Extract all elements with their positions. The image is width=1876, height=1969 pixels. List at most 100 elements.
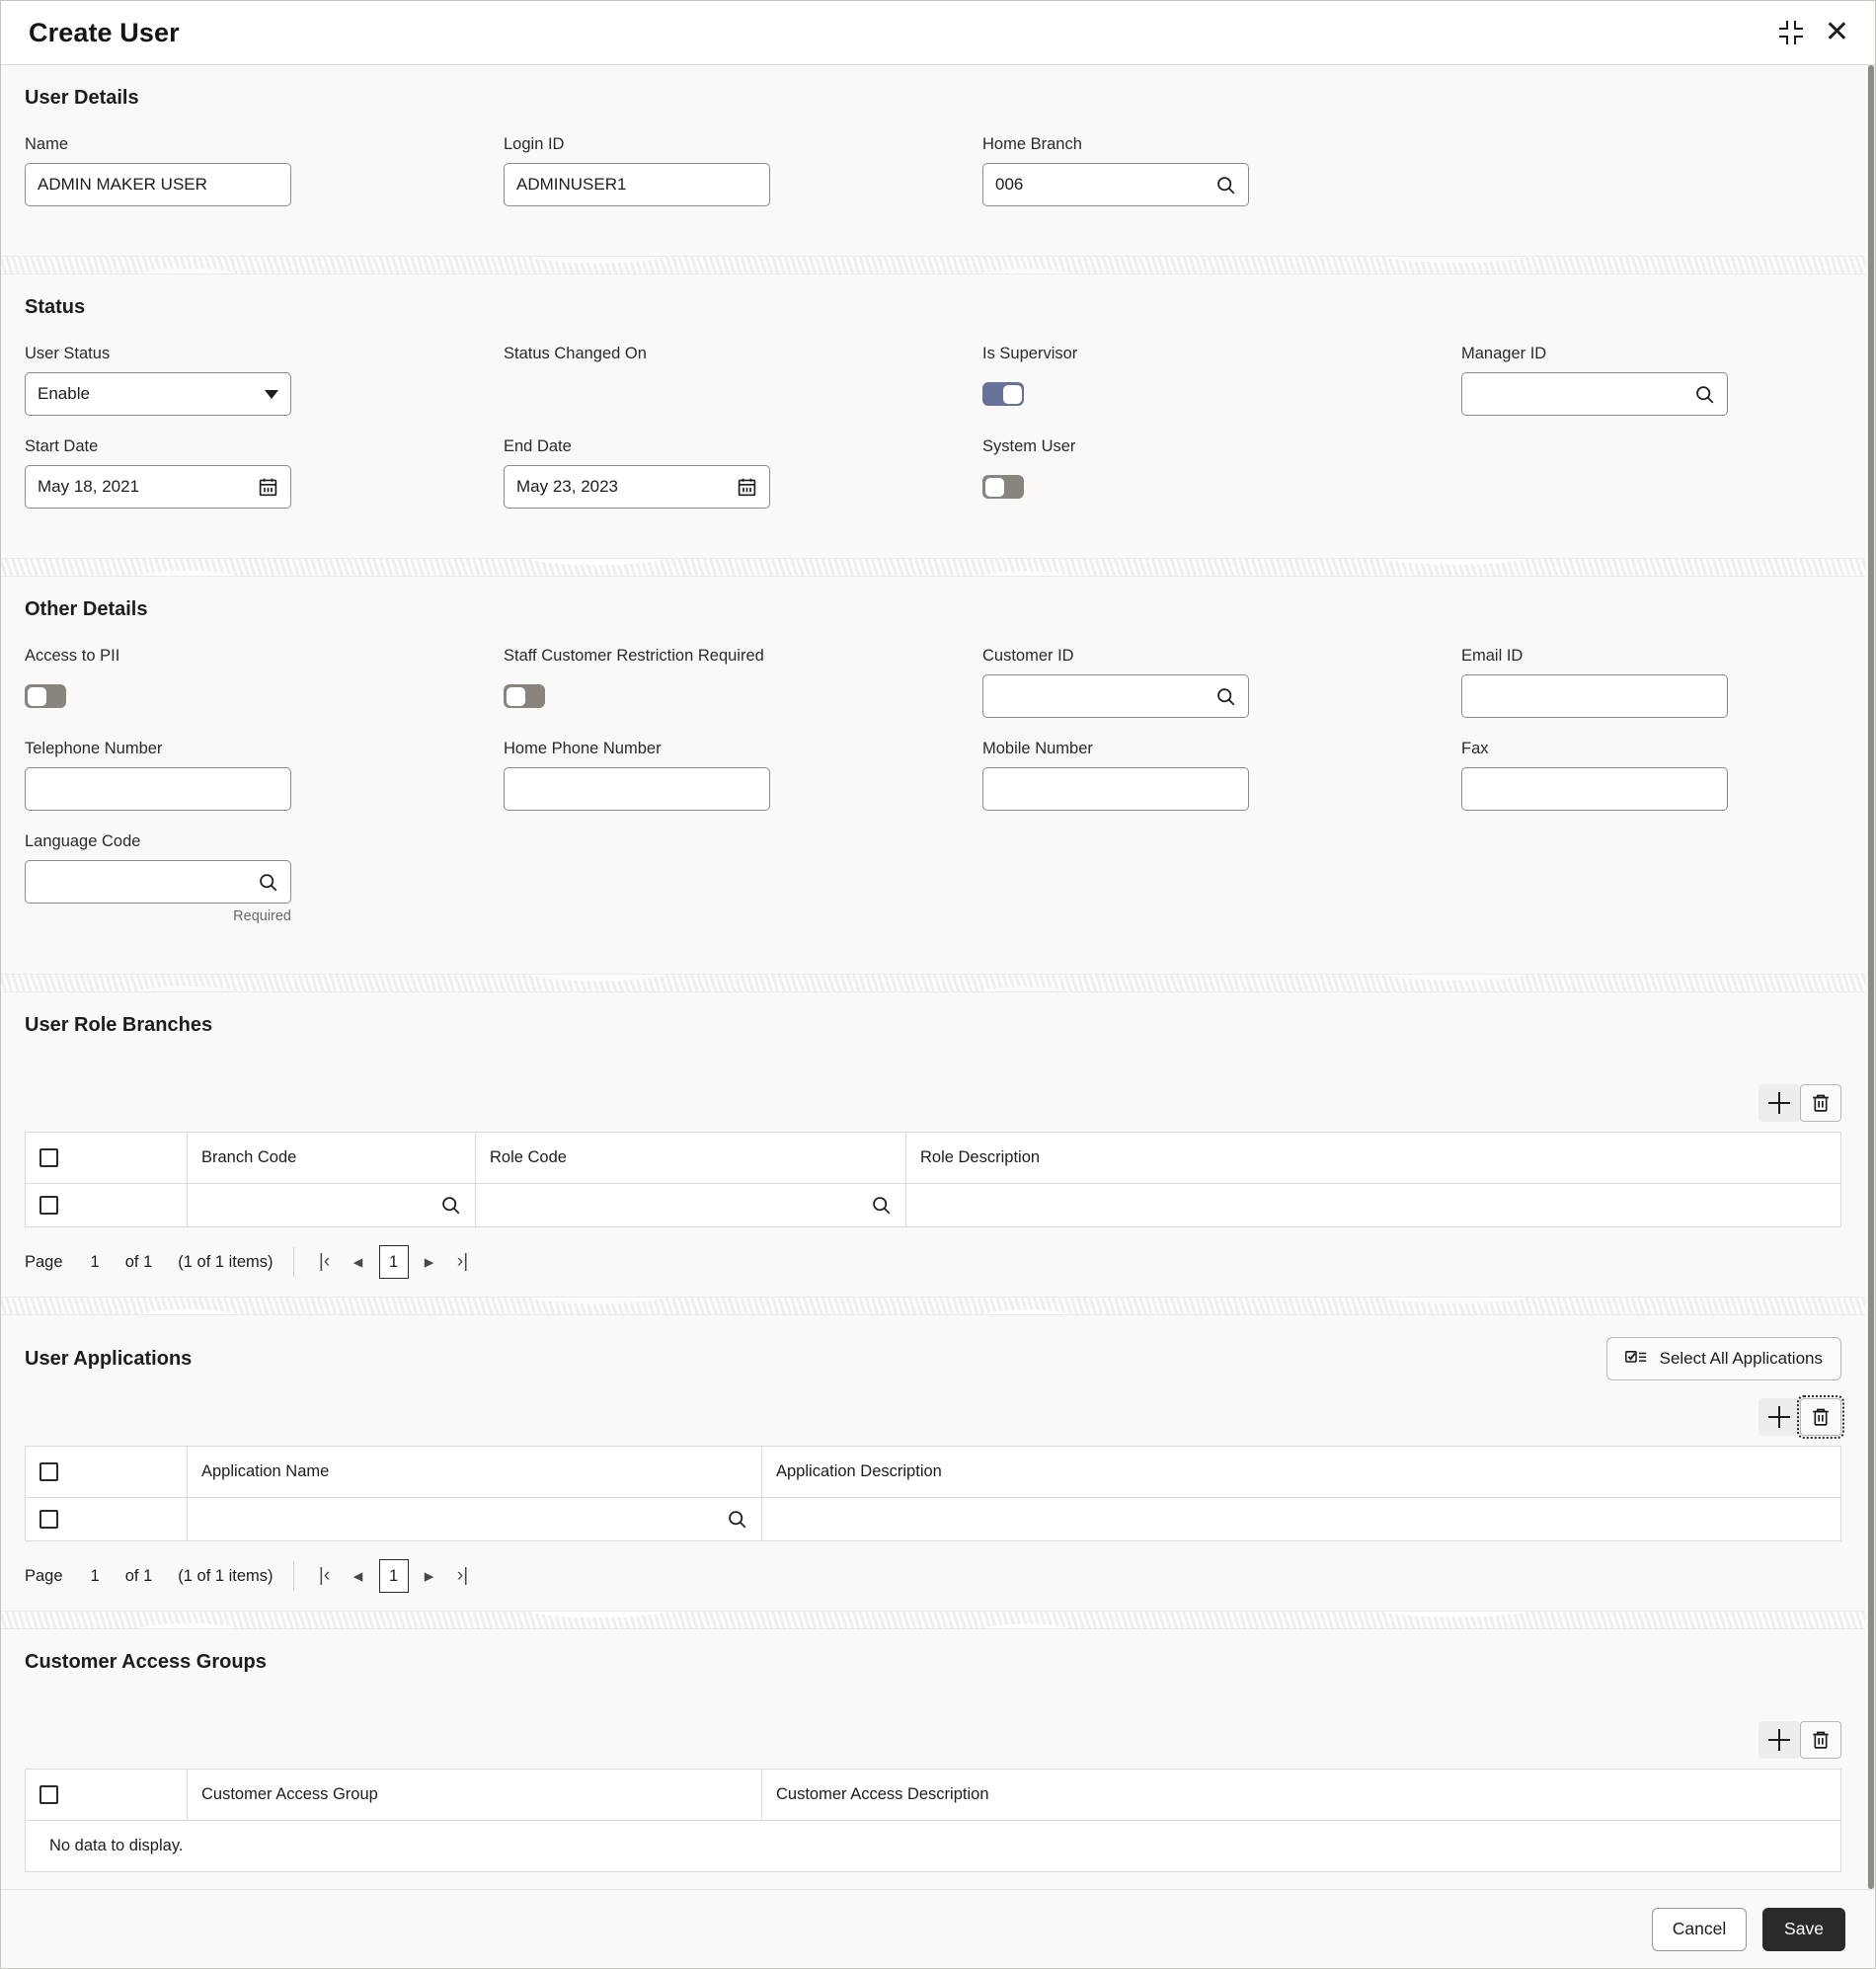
is-supervisor-toggle[interactable] (982, 382, 1024, 406)
login-id-input[interactable]: ADMINUSER1 (504, 163, 770, 206)
system-user-toggle[interactable] (982, 475, 1024, 499)
cell-role-description[interactable] (905, 1183, 1841, 1227)
search-icon[interactable] (871, 1195, 892, 1216)
next-page-icon[interactable]: ▸ (413, 1246, 446, 1278)
field-email-id: Email ID (1461, 647, 1841, 718)
customer-id-input[interactable] (982, 674, 1249, 718)
select-all-checkbox[interactable] (39, 1148, 58, 1168)
telephone-number-input[interactable] (25, 767, 291, 811)
calendar-icon[interactable] (737, 476, 757, 498)
label-fax: Fax (1461, 740, 1489, 757)
label-system-user: System User (982, 437, 1076, 455)
staff-customer-restriction-toggle[interactable] (504, 684, 545, 708)
label-access-to-pii: Access to PII (25, 647, 120, 665)
label-telephone-number: Telephone Number (25, 740, 163, 757)
label-end-date: End Date (504, 437, 572, 455)
vertical-scrollbar[interactable] (1867, 65, 1875, 1889)
name-input[interactable]: ADMIN MAKER USER (25, 163, 291, 206)
search-icon[interactable] (1215, 686, 1236, 707)
label-manager-id: Manager ID (1461, 345, 1547, 362)
delete-row-button[interactable] (1797, 1395, 1844, 1439)
select-all-applications-button[interactable]: Select All Applications (1605, 1337, 1841, 1380)
cell-branch-code[interactable] (187, 1183, 476, 1227)
pager-current-page[interactable]: 1 (378, 1559, 409, 1593)
pager-current-page[interactable]: 1 (378, 1245, 409, 1279)
cell-application-description[interactable] (761, 1497, 1841, 1541)
trash-icon (1813, 1408, 1829, 1426)
section-divider (1, 1611, 1865, 1629)
label-customer-id: Customer ID (982, 647, 1074, 665)
home-phone-number-input[interactable] (504, 767, 770, 811)
user-role-branches-toolbar (25, 1084, 1841, 1122)
plus-icon (1768, 1092, 1790, 1114)
field-is-supervisor: Is Supervisor (982, 345, 1363, 416)
column-role-code: Role Code (475, 1132, 906, 1184)
field-start-date: Start Date May 18, 2021 (25, 437, 405, 509)
manager-id-input[interactable] (1461, 372, 1728, 416)
section-divider (1, 256, 1865, 275)
cell-application-name[interactable] (187, 1497, 762, 1541)
section-user-applications: User Applications Select All Application… (1, 1315, 1865, 1611)
collapse-icon[interactable] (1778, 21, 1803, 44)
label-status-changed-on: Status Changed On (504, 345, 647, 362)
field-home-phone-number: Home Phone Number (504, 740, 884, 811)
end-date-input[interactable]: May 23, 2023 (504, 465, 770, 509)
first-page-icon[interactable]: |‹ (308, 1246, 342, 1278)
customer-access-groups-pager: Page 1 (0 of 0 items) |‹ ◂ 1 ▸ ›| (25, 1872, 1841, 1889)
row-checkbox[interactable] (39, 1510, 58, 1530)
start-date-value: May 18, 2021 (38, 477, 140, 496)
last-page-icon[interactable]: ›| (446, 1246, 480, 1278)
previous-page-icon[interactable]: ◂ (342, 1246, 375, 1278)
field-name: Name ADMIN MAKER USER (25, 135, 405, 206)
search-icon[interactable] (440, 1195, 461, 1216)
add-row-button[interactable] (1759, 1721, 1800, 1759)
select-all-checkbox-cell (25, 1132, 188, 1184)
select-all-checkbox[interactable] (39, 1785, 58, 1805)
add-row-button[interactable] (1759, 1398, 1800, 1436)
start-date-input[interactable]: May 18, 2021 (25, 465, 291, 509)
pager-of-label: of 1 (124, 1252, 153, 1271)
home-branch-input[interactable]: 006 (982, 163, 1249, 206)
chevron-down-icon[interactable] (265, 389, 278, 399)
save-button[interactable]: Save (1762, 1907, 1845, 1951)
field-mobile-number: Mobile Number (982, 740, 1363, 811)
mobile-number-input[interactable] (982, 767, 1249, 811)
row-checkbox[interactable] (39, 1196, 58, 1216)
search-icon[interactable] (1694, 384, 1715, 405)
user-status-select[interactable]: Enable (25, 372, 291, 416)
calendar-icon[interactable] (258, 476, 278, 498)
section-user-details: User Details Name ADMIN MAKER USER Login… (1, 65, 1865, 256)
row-checkbox-cell (25, 1183, 188, 1227)
next-page-icon[interactable]: ▸ (413, 1560, 446, 1592)
search-icon[interactable] (1215, 175, 1236, 196)
label-home-phone-number: Home Phone Number (504, 740, 662, 757)
section-other-details: Other Details Access to PII Staff Custom… (1, 577, 1865, 974)
search-icon[interactable] (727, 1509, 747, 1530)
field-manager-id: Manager ID (1461, 345, 1841, 416)
scrollbar-thumb[interactable] (1868, 65, 1874, 1889)
email-id-input[interactable] (1461, 674, 1728, 718)
section-user-role-branches: User Role Branches Branch Code Role Code (1, 992, 1865, 1297)
label-is-supervisor: Is Supervisor (982, 345, 1078, 362)
status-changed-on-value (504, 372, 884, 416)
access-to-pii-toggle[interactable] (25, 684, 66, 708)
plus-icon (1768, 1406, 1790, 1428)
cell-role-code[interactable] (475, 1183, 906, 1227)
previous-page-icon[interactable]: ◂ (342, 1560, 375, 1592)
close-icon[interactable]: ✕ (1825, 18, 1849, 47)
label-staff-customer-restriction: Staff Customer Restriction Required (504, 647, 764, 665)
last-page-icon[interactable]: ›| (446, 1560, 480, 1592)
delete-row-button[interactable] (1800, 1084, 1841, 1122)
delete-row-button[interactable] (1800, 1721, 1841, 1759)
add-row-button[interactable] (1759, 1084, 1800, 1122)
field-access-to-pii: Access to PII (25, 647, 405, 718)
search-icon[interactable] (258, 872, 278, 893)
select-all-checkbox[interactable] (39, 1462, 58, 1482)
cancel-button[interactable]: Cancel (1652, 1907, 1747, 1951)
user-role-branches-pager: Page 1 of 1 (1 of 1 items) |‹ ◂ 1 ▸ ›| (25, 1227, 1841, 1283)
language-code-input[interactable] (25, 860, 291, 904)
customer-access-groups-table: Customer Access Group Customer Access De… (25, 1769, 1841, 1872)
section-divider (1, 558, 1865, 577)
first-page-icon[interactable]: |‹ (308, 1560, 342, 1592)
fax-input[interactable] (1461, 767, 1728, 811)
